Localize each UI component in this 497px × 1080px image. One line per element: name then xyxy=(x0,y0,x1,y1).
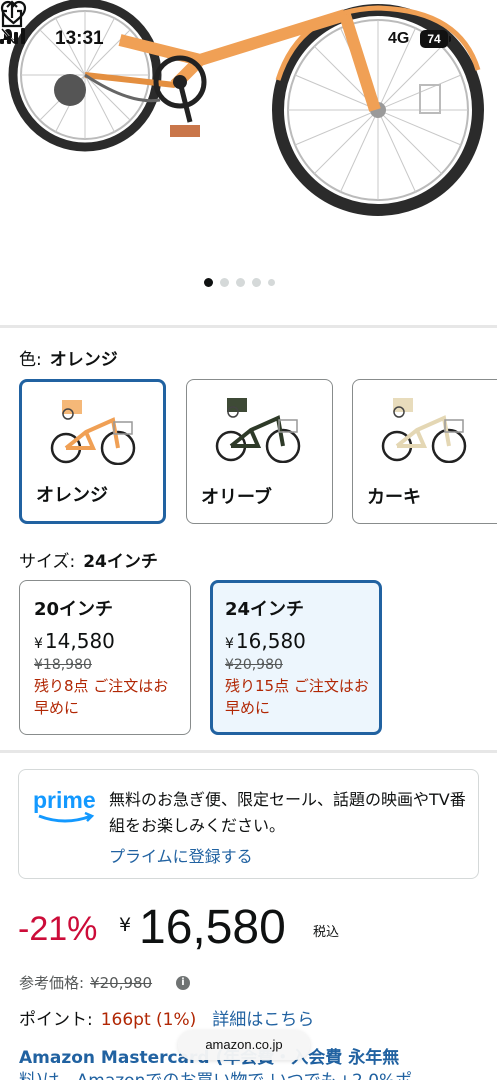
size-option-price: ¥16,580 xyxy=(225,629,379,653)
color-label: 色: オレンジ xyxy=(19,345,118,370)
yen-symbol: ¥ xyxy=(225,636,234,652)
size-option-name: 20インチ xyxy=(34,599,114,620)
size-option-old-price: ¥18,980 xyxy=(34,657,92,673)
prime-signup-link[interactable]: プライムに登録する xyxy=(109,843,253,867)
size-option-stock: 残り15点 ご注文はお早めに xyxy=(225,677,369,717)
share-icon[interactable] xyxy=(0,0,24,28)
bicycle-thumbnail xyxy=(381,398,467,463)
price-value: 16,580 xyxy=(139,901,286,954)
price-yen-symbol: ¥ xyxy=(119,914,132,936)
gallery-pagination[interactable] xyxy=(204,278,275,287)
reference-price-value: ¥20,980 xyxy=(90,974,153,992)
bicycle-thumbnail xyxy=(215,398,301,463)
size-option-stock: 残り8点 ご注文はお早めに xyxy=(34,677,169,717)
gallery-dot[interactable] xyxy=(252,278,261,287)
color-option-khaki[interactable]: カーキ xyxy=(352,379,497,524)
gallery-dot[interactable] xyxy=(220,278,229,287)
color-option-label: カーキ xyxy=(367,487,421,508)
size-label: サイズ: 24インチ xyxy=(19,547,158,572)
prime-logo: prime xyxy=(33,788,96,823)
color-label-text: 色: xyxy=(19,350,42,370)
prime-description: 無料のお急ぎ便、限定セール、話題の映画やTV番組をお楽しみください。 xyxy=(109,790,466,835)
info-icon[interactable]: i xyxy=(176,976,190,990)
network-type: 4G xyxy=(388,30,410,47)
section-divider xyxy=(0,325,497,328)
points-details-link[interactable]: 詳細はこちら xyxy=(212,1010,314,1030)
color-option-olive[interactable]: オリーブ xyxy=(186,379,333,524)
size-option-20[interactable]: 20インチ ¥14,580 ¥18,980 残り8点 ご注文はお早めに xyxy=(19,580,191,735)
size-option-old-price: ¥20,980 xyxy=(225,657,283,673)
reference-price: 参考価格: ¥20,980 xyxy=(19,972,152,993)
size-option-name: 24インチ xyxy=(225,599,305,620)
gallery-dot[interactable] xyxy=(268,279,275,286)
bicycle-thumbnail xyxy=(50,400,136,465)
gallery-dot[interactable] xyxy=(204,278,213,287)
color-option-label: オレンジ xyxy=(36,485,108,506)
points-label: ポイント: xyxy=(19,1010,93,1030)
yen-symbol: ¥ xyxy=(34,636,43,652)
color-option-orange[interactable]: オレンジ xyxy=(19,379,166,524)
discount-percent: -21% xyxy=(18,910,98,948)
color-selected-value: オレンジ xyxy=(49,350,118,370)
signal-icon xyxy=(0,28,25,44)
size-selected-value: 24インチ xyxy=(83,552,158,572)
points-row: ポイント: 166pt (1%) 詳細はこちら xyxy=(19,1005,314,1030)
price-value: 16,580 xyxy=(235,629,306,653)
battery-icon: 74 xyxy=(420,30,451,48)
color-option-label: オリーブ xyxy=(201,487,272,508)
status-time: 13:31 xyxy=(55,28,104,49)
tax-label: 税込 xyxy=(313,925,340,940)
reference-price-label: 参考価格: xyxy=(19,974,85,992)
price-value: 14,580 xyxy=(44,629,115,653)
status-bar: 13:31 4G 74 xyxy=(0,28,497,54)
points-value: 166pt (1%) xyxy=(100,1010,197,1030)
product-image[interactable]: 13:31 4G 74 xyxy=(0,0,497,325)
size-label-text: サイズ: xyxy=(19,552,76,572)
size-option-24[interactable]: 24インチ ¥16,580 ¥20,980 残り15点 ご注文はお早めに xyxy=(210,580,382,735)
prime-banner: prime 無料のお急ぎ便、限定セール、話題の映画やTV番組をお楽しみください。… xyxy=(18,769,479,879)
prime-logo-text: prime xyxy=(33,788,96,813)
section-divider xyxy=(0,750,497,753)
mastercard-promo-text[interactable]: 料)は、Amazonでのお買い物で いつでも+2.0%ポ xyxy=(19,1066,412,1080)
gallery-dot[interactable] xyxy=(236,278,245,287)
browser-url-bar[interactable]: amazon.co.jp xyxy=(178,1030,310,1060)
size-option-price: ¥14,580 xyxy=(34,629,190,653)
